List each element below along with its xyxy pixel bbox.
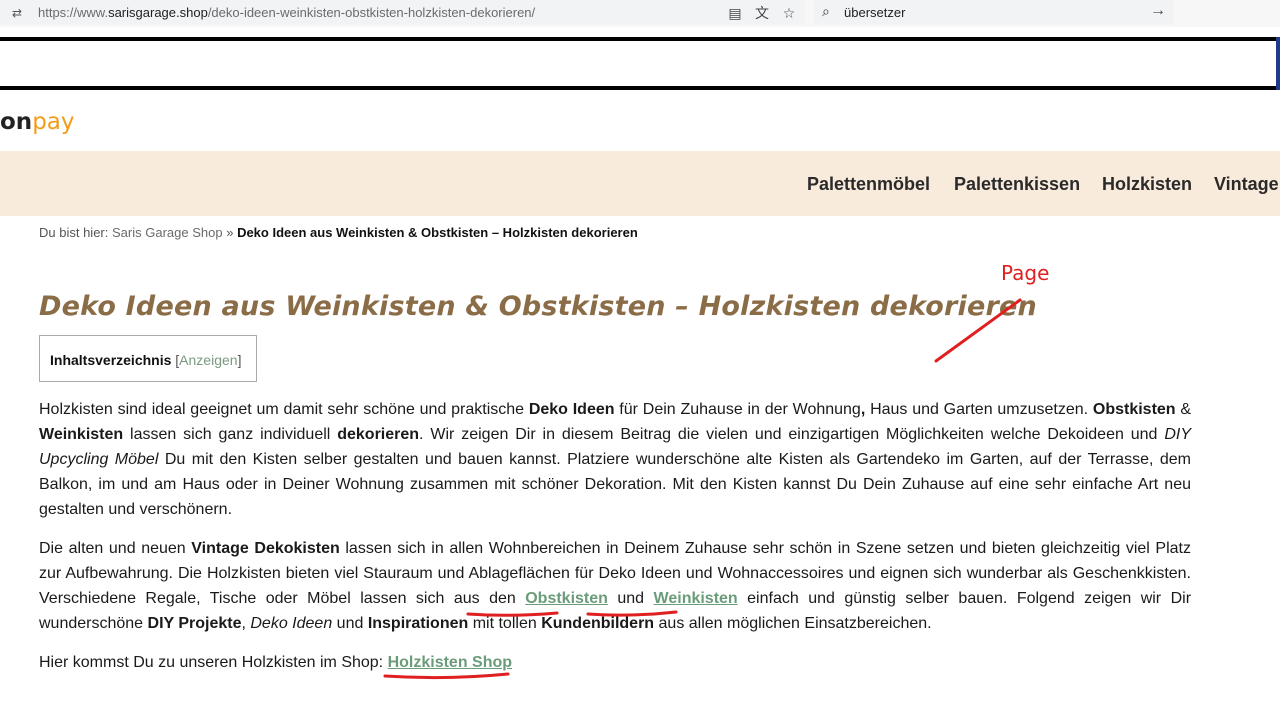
link-obstkisten[interactable]: Obstkisten [525,590,608,607]
page-title: Deko Ideen aus Weinkisten & Obstkisten –… [39,291,1037,322]
link-weinkisten[interactable]: Weinkisten [654,590,738,607]
breadcrumb-separator: » [226,225,234,240]
bold-text: Deko Ideen [528,401,615,418]
bold-text: Kundenbildern [541,615,655,632]
url-text[interactable]: https://www.sarisgarage.shop/deko-ideen-… [38,5,535,20]
bold-text: dekorieren [337,426,420,443]
link-holzkisten-shop[interactable]: Holzkisten Shop [388,654,512,671]
search-query[interactable]: übersetzer [844,5,905,20]
italic-text: DIY Upcycling Möbel [39,426,1191,468]
nav-item-vintage[interactable]: Vintage [1214,174,1279,195]
breadcrumb-home-link[interactable]: Saris Garage Shop [112,225,223,240]
nav-item-holzkisten[interactable]: Holzkisten [1102,174,1192,195]
article-content: Holzkisten sind ideal geeignet um damit … [39,397,1191,689]
toc-bracket-close: ] [237,352,242,368]
breadcrumb-current: Deko Ideen aus Weinkisten & Obstkisten –… [237,225,638,240]
translate-icon[interactable]: 文 [752,3,772,23]
toc-toggle: [Anzeigen] [175,352,241,368]
url-path: /deko-ideen-weinkisten-obstkisten-holzki… [207,5,536,20]
breadcrumb-prefix: Du bist hier: [39,225,109,240]
nav-item-palettenkissen[interactable]: Palettenkissen [954,174,1080,195]
paragraph-shop: Hier kommst Du zu unseren Holzkisten im … [39,654,513,671]
arrow-right-icon[interactable]: → [1150,2,1166,20]
main-navigation: Palettenmöbel Palettenkissen Holzkisten … [0,151,1280,216]
url-host: sarisgarage.shop [108,5,208,20]
paragraph-intro: Holzkisten sind ideal geeignet um damit … [39,401,1192,518]
bold-text: Obstkisten [1092,401,1176,418]
bookmark-star-icon[interactable]: ☆ [779,3,799,23]
table-of-contents: Inhaltsverzeichnis [Anzeigen] [39,335,257,382]
top-frame-bar [0,37,1280,90]
bold-text: Inspirationen [367,615,469,632]
nav-item-palettenmoebel[interactable]: Palettenmöbel [807,174,930,195]
italic-text: Deko Ideen [250,615,333,632]
breadcrumb: Du bist hier: Saris Garage Shop » Deko I… [39,225,638,240]
paragraph-vintage: Die alten und neuen Vintage Dekokisten l… [39,540,1192,632]
toc-show-link[interactable]: Anzeigen [179,352,237,368]
frame-edge [1276,37,1280,90]
logo-text-pay: pay [32,109,75,135]
search-box[interactable]: ⌕ übersetzer → [814,0,1174,25]
bold-text: DIY Projekte [147,615,242,632]
site-info-icon[interactable]: ⇄ [12,6,28,20]
address-bar[interactable]: ⇄ https://www.sarisgarage.shop/deko-idee… [0,0,805,25]
browser-toolbar: ⇄ https://www.sarisgarage.shop/deko-idee… [0,0,1280,27]
reader-mode-icon[interactable]: ▤ [725,3,745,23]
bold-text: Vintage Dekokisten [191,540,340,557]
bold-text: , [860,401,866,418]
bold-text: Weinkisten [39,426,124,443]
url-prefix: https://www. [38,5,109,20]
annotation-label: Page [1001,261,1050,285]
search-icon: ⌕ [822,3,830,19]
logo-text-on: on [0,109,33,135]
toc-title: Inhaltsverzeichnis [50,352,172,368]
amazon-pay-logo[interactable]: onpay [0,109,75,135]
